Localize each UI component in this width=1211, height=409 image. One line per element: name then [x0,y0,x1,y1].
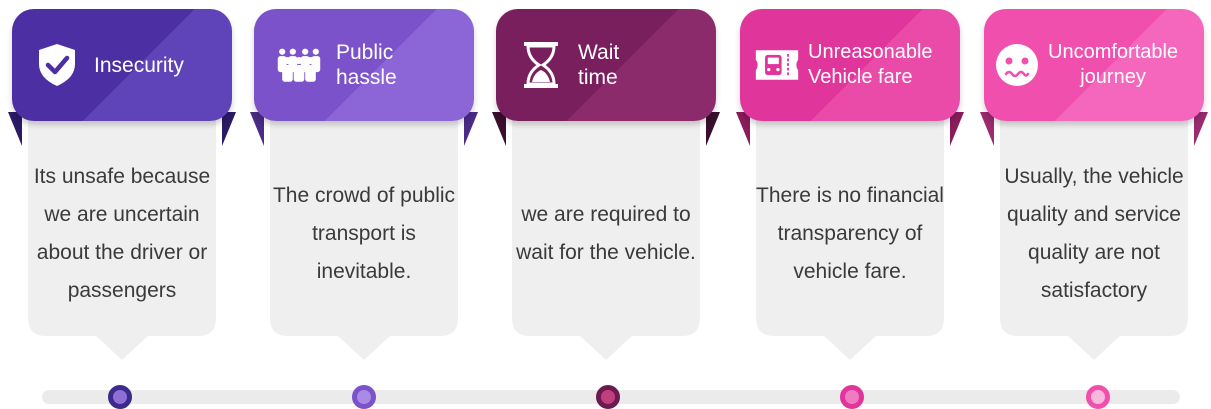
step-card-wait-time: Wait time we are required to wait for th… [492,0,720,380]
step-card-insecurity: Insecurity Its unsafe because we are unc… [8,0,236,380]
step-description: Usually, the vehicle quality and service… [1004,165,1184,302]
step-description: There is no financial transparency of ve… [756,184,944,283]
step-card-unreasonable-fare: Unreasonable Vehicle fare There is no fi… [736,0,964,380]
step-title: Insecurity [94,53,184,77]
timeline-dot-3 [596,385,620,409]
step-title: Uncomfortable journey [1048,41,1179,88]
bus-ticket-icon [754,42,800,88]
timeline-dot-5 [1086,385,1110,409]
step-header: Insecurity [12,9,232,121]
step-header: Uncomfortable journey [984,9,1204,121]
timeline-dot-1 [108,385,132,409]
step-header: Unreasonable Vehicle fare [740,9,960,121]
step-description: The crowd of public transport is inevita… [272,184,456,283]
step-description: Its unsafe because we are uncertain abou… [33,165,211,302]
step-card-uncomfortable-journey: Uncomfortable journey Usually, the vehic… [980,0,1208,380]
people-crowd-icon [276,42,322,88]
step-header: Wait time [496,9,716,121]
uncomfortable-face-icon [994,42,1040,88]
shield-check-icon [34,42,80,88]
timeline-dot-4 [840,385,864,409]
step-title: Unreasonable Vehicle fare [808,41,933,88]
timeline-dot-2 [352,385,376,409]
step-card-public-hassle: Public hassle The crowd of public transp… [250,0,478,380]
step-header: Public hassle [254,9,474,121]
step-description: we are required to wait for the vehicle. [516,203,696,264]
step-title: Public hassle [336,41,397,89]
hourglass-icon [518,42,564,88]
step-title: Wait time [578,41,620,89]
